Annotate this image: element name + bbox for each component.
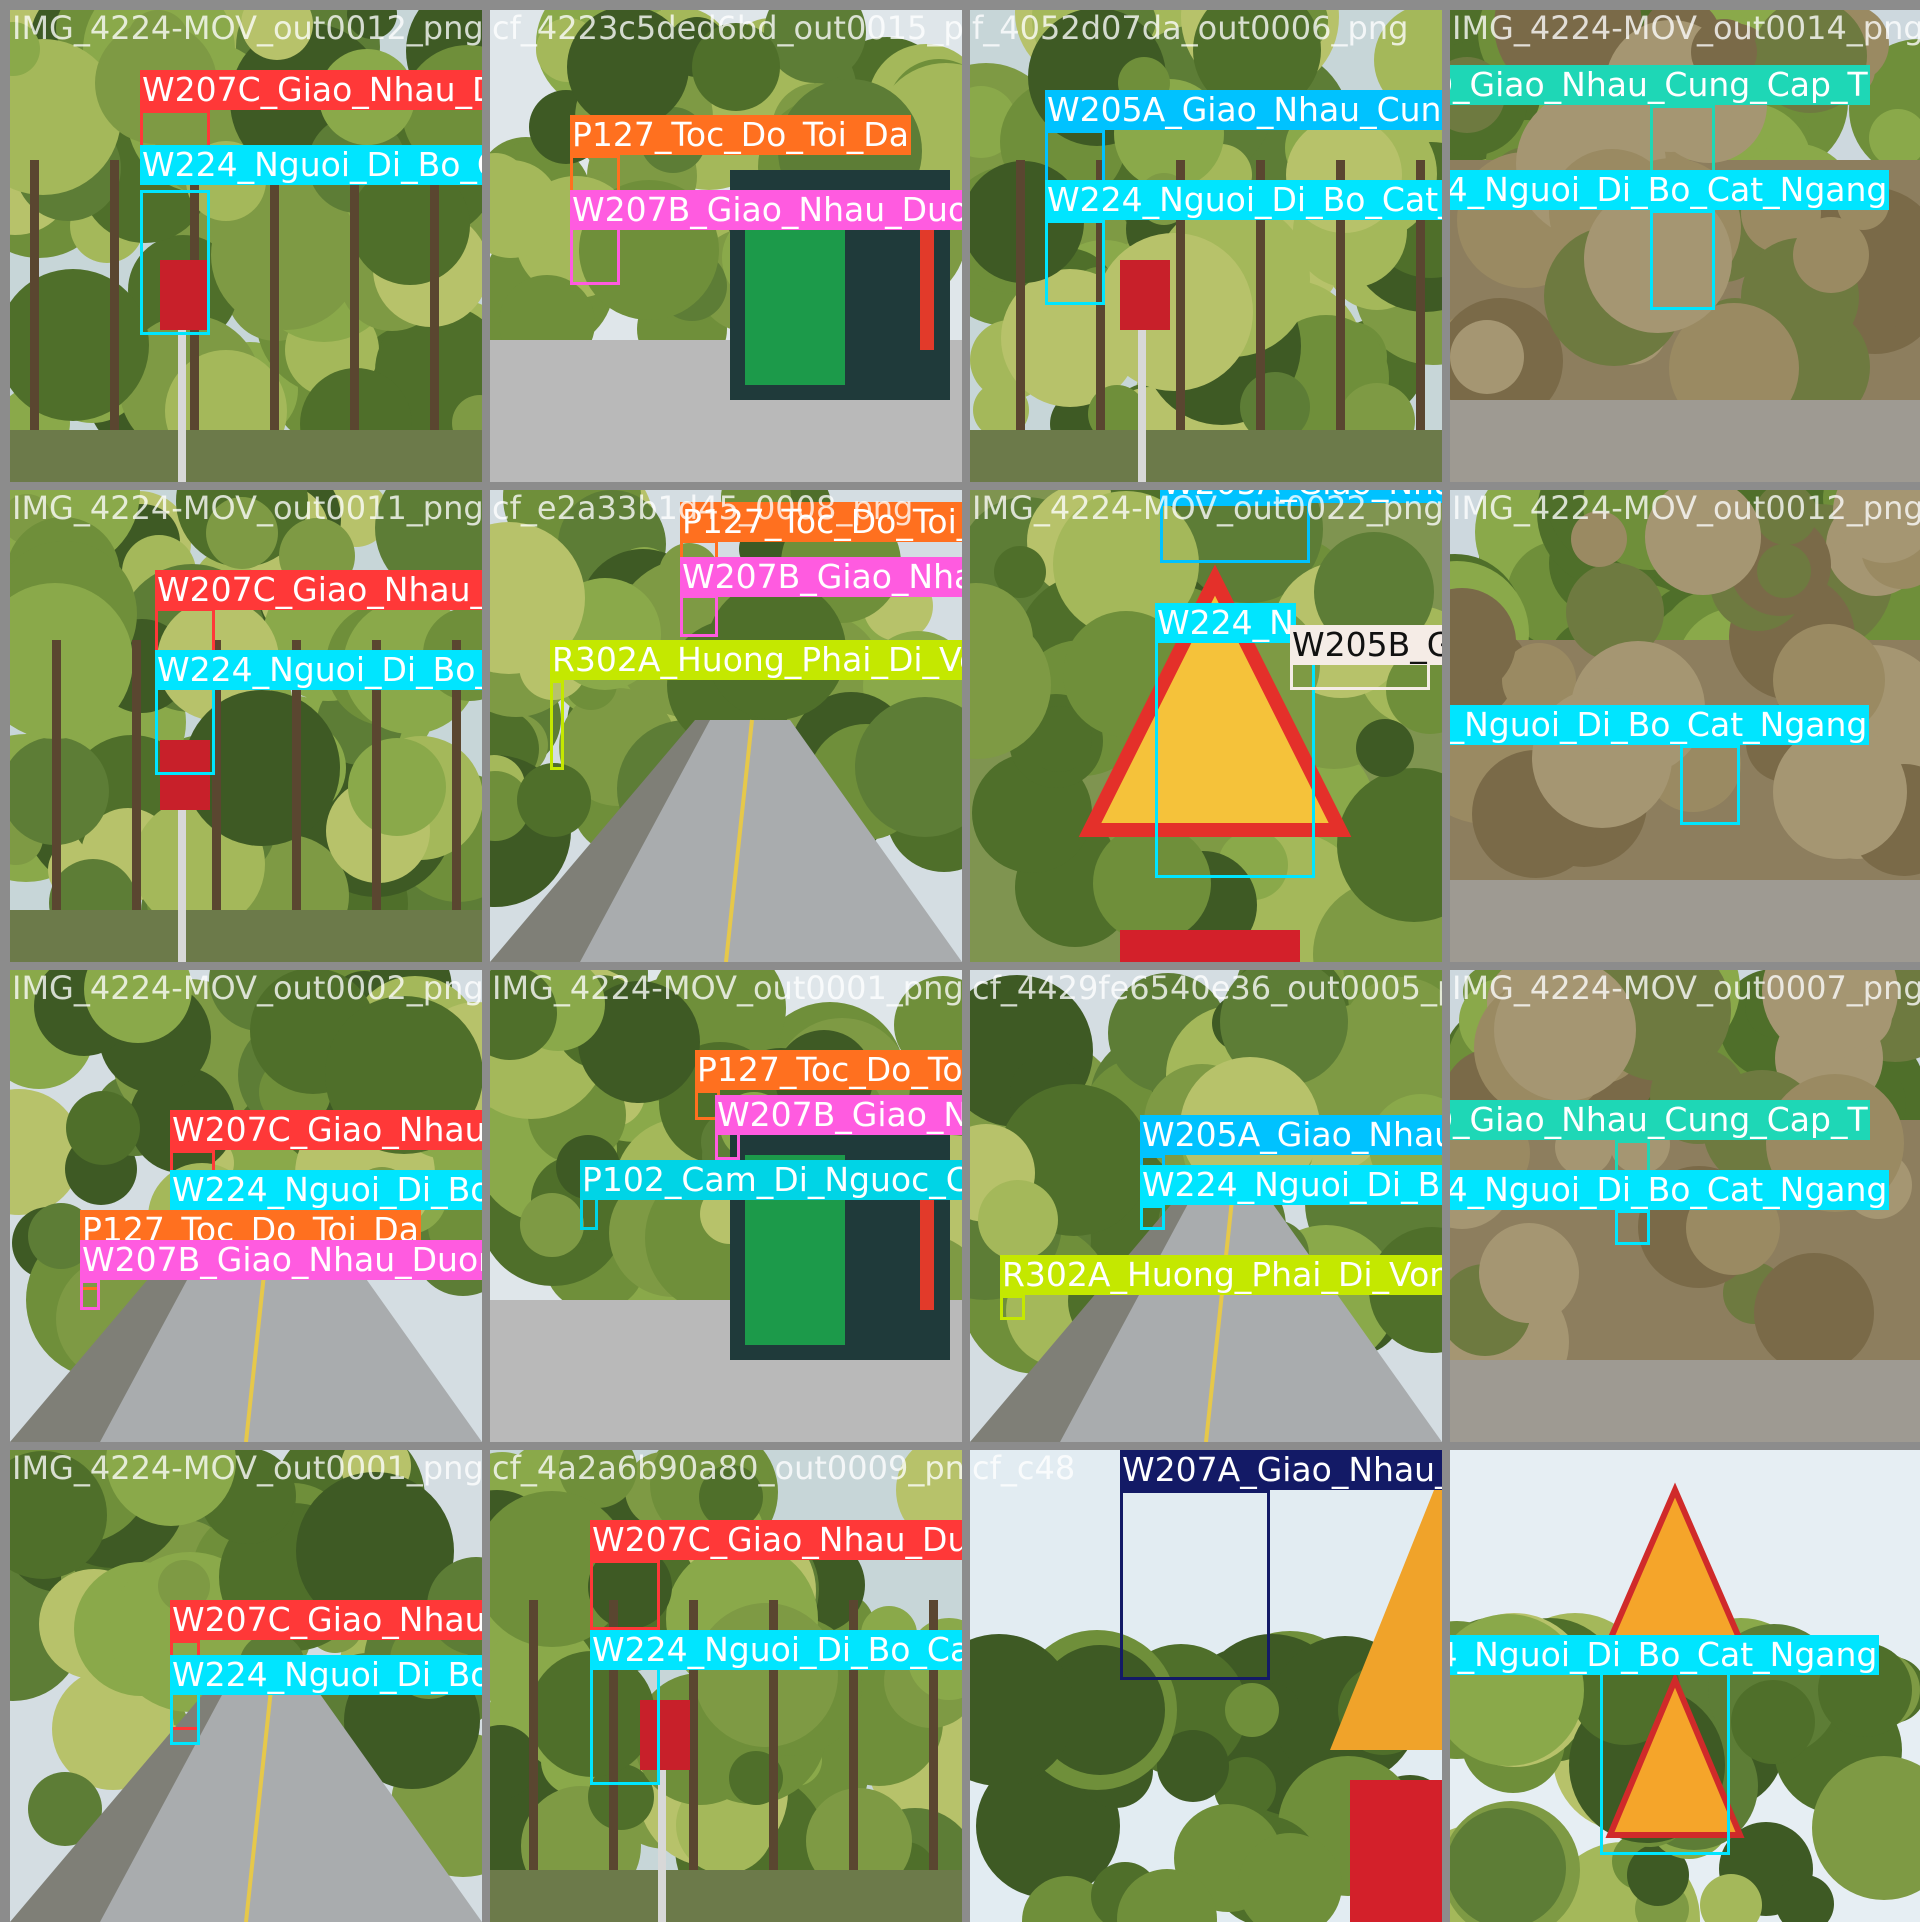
image-filename: IMG_4224-MOV_out0001_png [492, 970, 962, 1007]
image-tile: cf_e2a33b1d45_0008_pngP127_Toc_Do_Toi_Da… [490, 490, 962, 962]
scene-photo [970, 1450, 1442, 1922]
scene-photo [490, 490, 962, 962]
scene-photo [970, 490, 1442, 962]
image-tile: IMG_4224-MOV_out0007_pngW205D_Giao_Nhau_… [1450, 970, 1920, 1442]
scene-photo [1450, 490, 1920, 962]
scene-photo [10, 490, 482, 962]
image-filename: IMG_4224-MOV_out0002_png [12, 970, 482, 1007]
image-tile: IMG_4224-MOV_out0002_pngW207C_Giao_Nhau_… [10, 970, 482, 1442]
image-tile: cf_4223c5ded6bd_out0015_png P127_Toc_Do_T… [490, 10, 962, 482]
image-filename: cf_e2a33b1d45_0008_png [492, 490, 914, 527]
scene-photo [490, 970, 962, 1442]
image-filename: IMG_4224-MOV_out0011_png [12, 490, 482, 527]
scene-photo [10, 1450, 482, 1922]
scene-photo [490, 1450, 962, 1922]
image-filename: f_4052d07da_out0006_png [972, 10, 1409, 47]
image-filename: cf_4a2a6b90a80_out0009_png [492, 1450, 962, 1487]
image-tile: f_4052d07da_out0006_png W205A_Giao_Nhau_C… [970, 10, 1442, 482]
image-tile: cf_4a2a6b90a80_out0009_png W207C_Giao_Nha… [490, 1450, 962, 1922]
scene-photo [10, 970, 482, 1442]
scene-photo [10, 10, 482, 482]
image-tile: W224_Nguoi_Di_Bo_Cat_Ngang [1450, 1450, 1920, 1922]
image-tile: cf_4429fe6540e36_out0005_pngW205A_Giao_N… [970, 970, 1442, 1442]
scene-photo [1450, 10, 1920, 482]
scene-photo [490, 10, 962, 482]
image-filename: cf_4429fe6540e36_out0005_png [972, 970, 1442, 1007]
image-tile: IMG_4224-MOV_out0014_pngW205D_Giao_Nhau_… [1450, 10, 1920, 482]
image-tile: IMG_4224-MOV_out0012_png W207C_Giao_Nhau_… [10, 10, 482, 482]
scene-photo [1450, 970, 1920, 1442]
image-filename: cf_c48 [972, 1450, 1076, 1487]
image-tile: IMG_4224-MOV_out0001_pngW207C_Giao_Nhau_… [10, 1450, 482, 1922]
scene-photo [970, 970, 1442, 1442]
scene-photo [1450, 1450, 1920, 1922]
image-filename: cf_4223c5ded6bd_out0015_png [492, 10, 962, 47]
image-filename: IMG_4224-MOV_out0012_png [1452, 490, 1920, 527]
image-tile: cf_c48W207A_Giao_Nhau_2_Duong_Khong_Uu_T… [970, 1450, 1442, 1922]
image-tile: IMG_4224-MOV_out0012_pngW224_Nguoi_Di_Bo… [1450, 490, 1920, 962]
image-filename: IMG_4224-MOV_out0022_png [972, 490, 1442, 527]
image-filename: IMG_4224-MOV_out0007_png [1452, 970, 1920, 1007]
image-tile: IMG_4224-MOV_out0011_pngW207C_Giao_Nhau_… [10, 490, 482, 962]
image-filename: IMG_4224-MOV_out0014_png [1452, 10, 1920, 47]
image-filename: IMG_4224-MOV_out0012_png [12, 10, 482, 47]
image-tile: IMG_4224-MOV_out0001_pngP127_Toc_Do_Toi_… [490, 970, 962, 1442]
image-filename: IMG_4224-MOV_out0001_png [12, 1450, 482, 1487]
image-tile: IMG_4224-MOV_out0022_pngW205A_Giao_Nhau_… [970, 490, 1442, 962]
scene-photo [970, 10, 1442, 482]
